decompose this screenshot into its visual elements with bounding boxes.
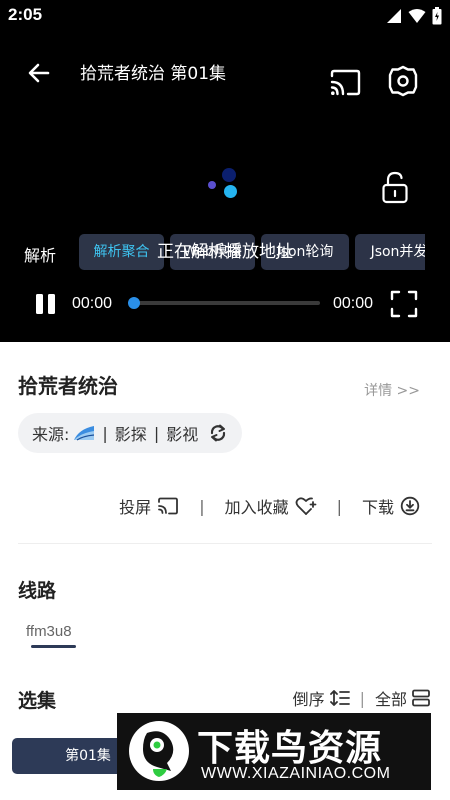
action-separator: | [336, 496, 342, 516]
all-episodes-button[interactable]: 全部 [375, 686, 430, 710]
parse-option-web-sniff[interactable]: Web嗅探 [170, 234, 255, 270]
source-part-1: 影探 [114, 425, 147, 444]
cast-button[interactable]: 投屏 [119, 494, 179, 518]
cast-icon [158, 497, 179, 515]
current-time: 00:00 [72, 295, 113, 312]
cast-icon[interactable] [328, 68, 362, 98]
parse-option-json-poll[interactable]: Json轮询 [261, 234, 349, 270]
refresh-icon[interactable] [208, 423, 228, 443]
favorite-button[interactable]: 加入收藏 [225, 494, 317, 518]
signal-icon [387, 9, 401, 23]
battery-icon [432, 7, 442, 25]
video-title: 拾荒者统治 第01集 [80, 64, 227, 84]
back-arrow-icon[interactable] [24, 58, 54, 88]
sort-icon [329, 690, 350, 706]
routes-heading: 线路 [18, 580, 57, 602]
status-icons [386, 7, 442, 25]
grid-list-icon [412, 689, 430, 707]
source-selector[interactable]: 来源: | 影探 | 影视 [18, 413, 243, 453]
parse-option-json-concurrent[interactable]: Json并发 [355, 234, 425, 270]
episodes-controls: 倒序 | 全部 [293, 686, 430, 710]
details-link[interactable]: 详情 >> [364, 380, 420, 400]
loading-spinner [208, 168, 244, 202]
download-button[interactable]: 下载 [362, 494, 420, 518]
parse-label: 解析 [24, 246, 57, 265]
watermark-logo-icon [129, 721, 189, 781]
site-watermark: 下载鸟资源 WWW.XIAZAINIAO.COM [117, 713, 431, 790]
source-label: 来源: [32, 425, 70, 444]
cast-label: 投屏 [119, 498, 152, 517]
unlock-icon[interactable] [380, 170, 410, 204]
route-item-ffm3u8[interactable]: ffm3u8 [26, 623, 72, 640]
source-logo-icon [74, 426, 95, 441]
source-part-2: 影视 [166, 425, 199, 444]
heart-plus-icon [295, 497, 316, 515]
reverse-order-button[interactable]: 倒序 [293, 686, 350, 710]
episodes-separator: | [359, 688, 365, 708]
wifi-icon [408, 9, 426, 23]
progress-knob[interactable] [128, 297, 140, 309]
total-time: 00:00 [333, 295, 374, 312]
progress-bar[interactable] [128, 297, 320, 309]
pause-icon[interactable] [34, 292, 58, 316]
show-title: 拾荒者统治 [18, 374, 118, 398]
action-separator: | [199, 496, 205, 516]
status-bar: 2:05 [0, 0, 450, 32]
fullscreen-icon[interactable] [390, 290, 418, 318]
status-time: 2:05 [8, 5, 43, 24]
source-separator: | [102, 423, 108, 443]
parse-options: 解析聚合 Web嗅探 Json轮询 Json并发 [79, 234, 425, 270]
reverse-order-label: 倒序 [292, 690, 325, 709]
download-label: 下载 [361, 498, 394, 517]
video-player[interactable]: 2:05 拾荒者统治 第01集 解析 解析聚合 Web嗅探 Json轮询 Jso… [0, 0, 450, 342]
source-separator: | [153, 423, 160, 443]
episodes-heading: 选集 [18, 690, 57, 712]
parse-option-aggregate[interactable]: 解析聚合 [79, 234, 164, 270]
route-selected-indicator [31, 645, 76, 648]
all-episodes-label: 全部 [374, 690, 407, 709]
watermark-name: 下载鸟资源 [197, 728, 383, 769]
watermark-url: WWW.XIAZAINIAO.COM [201, 765, 391, 782]
settings-gear-icon[interactable] [386, 64, 420, 98]
download-icon [400, 496, 420, 516]
favorite-label: 加入收藏 [224, 498, 289, 517]
section-divider [18, 543, 432, 544]
action-bar: 投屏 | 加入收藏 | 下载 [119, 494, 420, 518]
